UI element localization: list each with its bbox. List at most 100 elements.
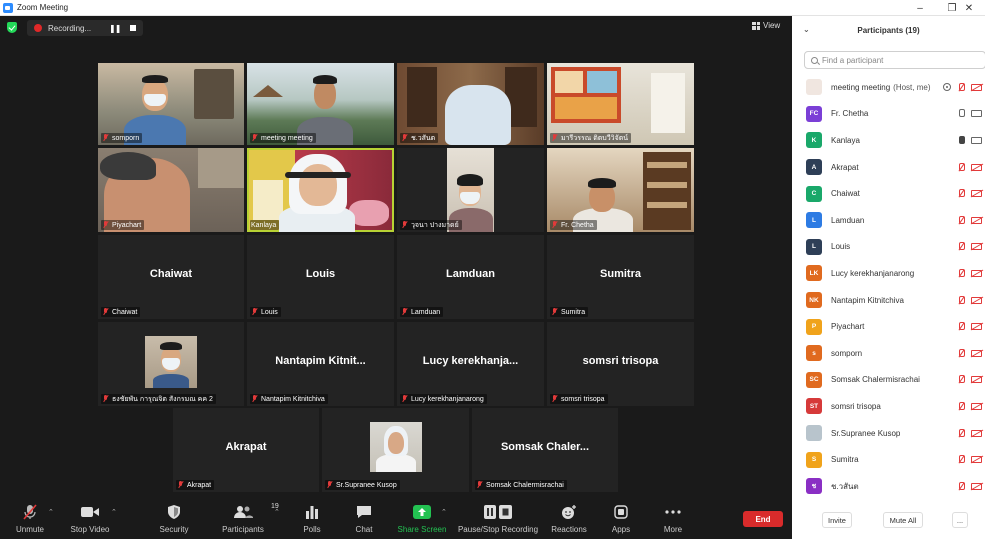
video-tile-piyachart[interactable]: Piyachart	[98, 148, 244, 232]
minimize-icon[interactable]: –	[904, 0, 936, 16]
video-options-caret[interactable]: ⌃	[111, 508, 117, 516]
panel-more-button[interactable]: ...	[952, 512, 968, 528]
video-tile-supranee[interactable]: Sr.Supranee Kusop	[322, 408, 469, 492]
avatar: K	[806, 132, 822, 149]
participant-status-icons	[957, 162, 982, 172]
participant-row[interactable]: K Kanlaya	[792, 127, 985, 154]
mic-muted-icon[interactable]	[957, 481, 965, 491]
video-tile-kanlaya[interactable]: Kanlaya	[247, 148, 394, 232]
mic-muted-icon[interactable]	[957, 189, 965, 198]
mic-muted-icon[interactable]	[957, 268, 965, 278]
participant-row[interactable]: meeting meeting (Host, me)	[792, 74, 985, 101]
more-button[interactable]: More	[645, 503, 701, 534]
participant-status-icons	[957, 481, 982, 491]
mic-muted-icon[interactable]	[957, 348, 965, 358]
participant-row[interactable]: ช ช.วสันต	[792, 473, 985, 500]
window-titlebar: Zoom Meeting – ❐ ✕	[0, 0, 985, 16]
mic-muted-icon	[102, 134, 109, 142]
camera-off-icon	[971, 456, 982, 464]
mic-icon[interactable]	[957, 135, 965, 145]
video-tile-lucy[interactable]: Lucy kerekhanja... Lucy kerekhanjanarong	[397, 322, 544, 406]
video-tile-meeting-meeting[interactable]: meeting meeting	[247, 63, 394, 145]
mic-muted-icon[interactable]	[957, 428, 965, 438]
participant-row[interactable]: NK Nantapim Kitnitchiva	[792, 287, 985, 314]
tile-caption: Somsak Chalermisrachai	[475, 480, 567, 490]
video-tile-wasan[interactable]: ช.วสันต	[397, 63, 544, 145]
mic-muted-icon[interactable]	[957, 401, 965, 411]
mic-muted-icon[interactable]	[957, 455, 965, 464]
participant-row[interactable]: Sr.Supranee Kusop	[792, 420, 985, 447]
pause-recording-icon[interactable]: ❚❚	[109, 24, 121, 33]
end-meeting-button[interactable]: End	[743, 511, 783, 527]
participant-row[interactable]: s somporn	[792, 340, 985, 367]
participant-row[interactable]: L Lamduan	[792, 207, 985, 234]
stop-video-button[interactable]: Stop Video	[62, 503, 118, 534]
video-tile-somporn[interactable]: somporn	[98, 63, 244, 145]
mic-muted-icon	[102, 395, 109, 403]
participant-row[interactable]: A Akrapat	[792, 154, 985, 181]
invite-button[interactable]: Invite	[822, 512, 852, 528]
mic-muted-icon[interactable]	[957, 295, 965, 305]
mic-muted-icon[interactable]	[957, 242, 965, 251]
mic-muted-icon[interactable]	[957, 162, 965, 172]
apps-button[interactable]: Apps	[593, 503, 649, 534]
tile-name: Louis	[261, 308, 278, 316]
video-tile-somsak[interactable]: Somsak Chaler... Somsak Chalermisrachai	[472, 408, 618, 492]
participants-button[interactable]: 19 Participants	[215, 503, 279, 534]
video-tile-thongchaiphan[interactable]: ธงชัยพัน การุณจิต สังกรมณ คค 2	[98, 322, 244, 406]
audio-options-caret[interactable]: ⌃	[48, 508, 54, 516]
participant-status-icons	[957, 322, 982, 331]
polls-label: Polls	[303, 525, 321, 534]
video-tile-nantapim[interactable]: Nantapim Kitnit... Nantapim Kitnitchiva	[247, 322, 394, 406]
video-tile-fr-chetha[interactable]: Fr. Chetha	[547, 148, 694, 232]
encryption-shield-icon[interactable]	[7, 22, 17, 33]
participant-row[interactable]: LK Lucy kerekhanjanarong	[792, 260, 985, 287]
stop-video-label: Stop Video	[70, 525, 110, 534]
video-tile-sumitra[interactable]: Sumitra Sumitra	[547, 235, 694, 319]
share-options-caret[interactable]: ⌃	[441, 508, 447, 516]
collapse-chevron-icon[interactable]: ⌄	[803, 25, 810, 34]
participant-name: Somsak Chalermisrachai	[831, 375, 920, 384]
video-tile-lamduan[interactable]: Lamduan Lamduan	[397, 235, 544, 319]
polls-button[interactable]: Polls	[284, 503, 340, 534]
mic-icon[interactable]	[957, 109, 965, 118]
participant-search[interactable]	[804, 51, 985, 69]
search-input[interactable]	[822, 55, 972, 65]
stop-recording-icon[interactable]	[130, 25, 137, 31]
participant-row[interactable]: ST somsri trisopa	[792, 393, 985, 420]
mic-muted-icon[interactable]	[957, 375, 965, 384]
security-button[interactable]: Security	[146, 503, 202, 534]
participant-name-text: Lamduan	[831, 215, 865, 225]
close-icon[interactable]: ✕	[953, 0, 985, 16]
participant-name: Louis	[831, 242, 850, 251]
participant-name-text: somporn	[831, 348, 863, 358]
mic-muted-icon[interactable]	[957, 82, 965, 92]
participant-row[interactable]: SC Somsak Chalermisrachai	[792, 367, 985, 394]
video-tile-louis[interactable]: Louis Louis	[247, 235, 394, 319]
reactions-button[interactable]: Reactions	[541, 503, 597, 534]
mute-all-button[interactable]: Mute All	[883, 512, 923, 528]
avatar: ST	[806, 398, 822, 415]
participant-name-text: Sumitra	[831, 455, 859, 465]
mic-muted-icon	[551, 395, 558, 403]
video-tile-mareewan[interactable]: มารีวรรณ ติตบวีวิจัตน์	[547, 63, 694, 145]
mic-muted-icon	[177, 481, 184, 489]
video-tile-wutjana[interactable]: วุจนา ปางมาดย์	[397, 148, 544, 232]
tile-name: Kanlaya	[251, 221, 277, 229]
chat-label: Chat	[355, 525, 373, 534]
chat-button[interactable]: Chat	[336, 503, 392, 534]
participant-row[interactable]: P Piyachart	[792, 313, 985, 340]
video-tile-chaiwat[interactable]: Chaiwat Chaiwat	[98, 235, 244, 319]
video-tile-somsri[interactable]: somsri trisopa somsri trisopa	[547, 322, 694, 406]
participants-options-caret[interactable]: ⌃	[274, 508, 280, 516]
participant-row[interactable]: L Louis	[792, 234, 985, 261]
participant-row[interactable]: C Chaiwat	[792, 180, 985, 207]
mic-muted-icon[interactable]	[957, 215, 965, 225]
mic-muted-icon[interactable]	[957, 322, 965, 331]
participant-row[interactable]: S Sumitra	[792, 446, 985, 473]
video-tile-akrapat[interactable]: Akrapat Akrapat	[173, 408, 319, 492]
view-button[interactable]: View	[752, 21, 780, 30]
pause-stop-recording-button[interactable]: Pause/Stop Recording	[456, 503, 540, 534]
tile-caption: Piyachart	[101, 220, 145, 230]
participant-row[interactable]: FC Fr. Chetha	[792, 101, 985, 128]
